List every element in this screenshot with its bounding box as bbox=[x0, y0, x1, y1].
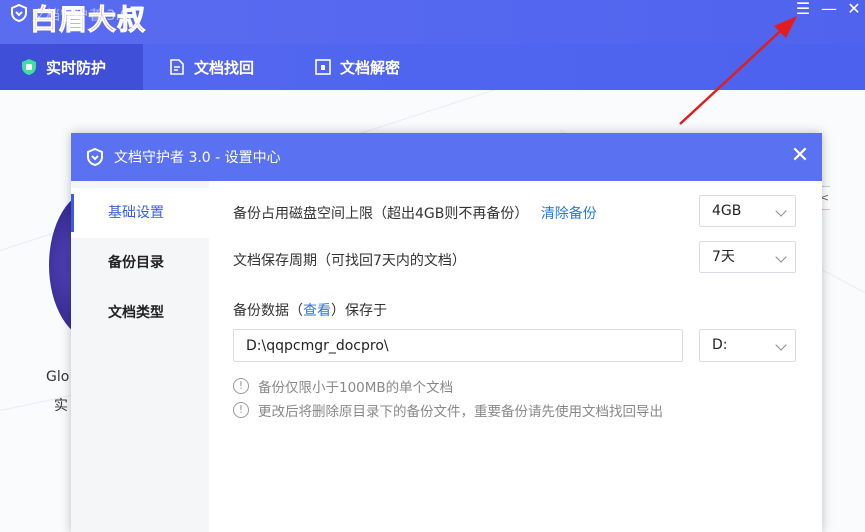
chevron-down-icon bbox=[775, 251, 787, 263]
background-text: 实 bbox=[54, 398, 68, 414]
close-icon[interactable]: ✕ bbox=[789, 145, 811, 167]
backup-location-prefix: 备份数据（ bbox=[233, 303, 303, 319]
backup-limit-select[interactable]: 4GB bbox=[699, 195, 796, 227]
document-recover-icon bbox=[170, 59, 184, 75]
background-text: Glo bbox=[46, 369, 70, 385]
backup-drive-select[interactable]: D: bbox=[699, 329, 796, 362]
minimize-icon[interactable]: — bbox=[818, 0, 840, 18]
dialog-title: 文档守护者 3.0 - 设置中心 bbox=[114, 150, 281, 166]
tab-label: 实时防护 bbox=[46, 58, 107, 77]
note-text: 更改后将删除原目录下的备份文件，重要备份请先使用文档找回导出 bbox=[258, 404, 663, 420]
close-icon[interactable]: ✕ bbox=[843, 0, 865, 18]
backup-limit-row: 备份占用磁盘空间上限（超出4GB则不再备份） 清除备份 bbox=[233, 203, 597, 223]
menu-icon[interactable]: ☰ bbox=[792, 0, 814, 18]
shield-logo-icon bbox=[11, 3, 27, 23]
chevron-down-icon bbox=[775, 339, 787, 351]
backup-location-label: 备份数据（查看）保存于 bbox=[233, 300, 387, 320]
watermark-text: 白眉大叔 bbox=[29, 3, 147, 37]
note-size-limit: ! 备份仅限小于100MB的单个文档 bbox=[233, 376, 453, 396]
retention-value: 7天 bbox=[712, 249, 735, 265]
info-icon: ! bbox=[233, 402, 249, 418]
tab-label: 文档解密 bbox=[340, 58, 401, 77]
note-text: 备份仅限小于100MB的单个文档 bbox=[258, 380, 454, 396]
document-decrypt-icon bbox=[315, 59, 331, 75]
tab-label: 文档找回 bbox=[194, 58, 255, 77]
title-bar: 文档守护者 3.0 白眉大叔 ☰ — ✕ bbox=[0, 0, 865, 44]
sidebar-item-backup-directory[interactable]: 备份目录 bbox=[71, 238, 209, 288]
retention-select[interactable]: 7天 bbox=[699, 241, 796, 273]
backup-drive-value: D: bbox=[712, 337, 728, 353]
tab-realtime-protection[interactable]: 实时防护 bbox=[0, 44, 143, 90]
retention-label: 文档保存周期（可找回7天内的文档） bbox=[233, 253, 466, 269]
note-path-change: ! 更改后将删除原目录下的备份文件，重要备份请先使用文档找回导出 bbox=[233, 400, 663, 420]
main-nav: 实时防护 文档找回 文档解密 bbox=[0, 44, 865, 90]
settings-sidebar: 基础设置 备份目录 文档类型 bbox=[71, 181, 209, 532]
settings-dialog: 文档守护者 3.0 - 设置中心 ✕ 基础设置 备份目录 文档类型 备份占用磁盘… bbox=[71, 133, 822, 532]
sidebar-item-basic-settings[interactable]: 基础设置 bbox=[71, 188, 209, 238]
view-backup-link[interactable]: 查看 bbox=[303, 303, 331, 319]
backup-location-suffix: ）保存于 bbox=[331, 303, 387, 319]
shield-logo-icon bbox=[87, 147, 103, 167]
backup-path-input[interactable] bbox=[233, 329, 683, 362]
clear-backup-link[interactable]: 清除备份 bbox=[541, 206, 597, 222]
tab-document-recover[interactable]: 文档找回 bbox=[168, 44, 254, 90]
sidebar-item-document-types[interactable]: 文档类型 bbox=[71, 288, 209, 338]
backup-limit-value: 4GB bbox=[712, 203, 742, 219]
shield-icon bbox=[22, 59, 36, 75]
backup-limit-label: 备份占用磁盘空间上限（超出4GB则不再备份） bbox=[233, 206, 529, 222]
chevron-down-icon bbox=[775, 205, 787, 217]
info-icon: ! bbox=[233, 378, 249, 394]
tab-document-decrypt[interactable]: 文档解密 bbox=[314, 44, 400, 90]
dialog-header: 文档守护者 3.0 - 设置中心 ✕ bbox=[71, 133, 822, 181]
